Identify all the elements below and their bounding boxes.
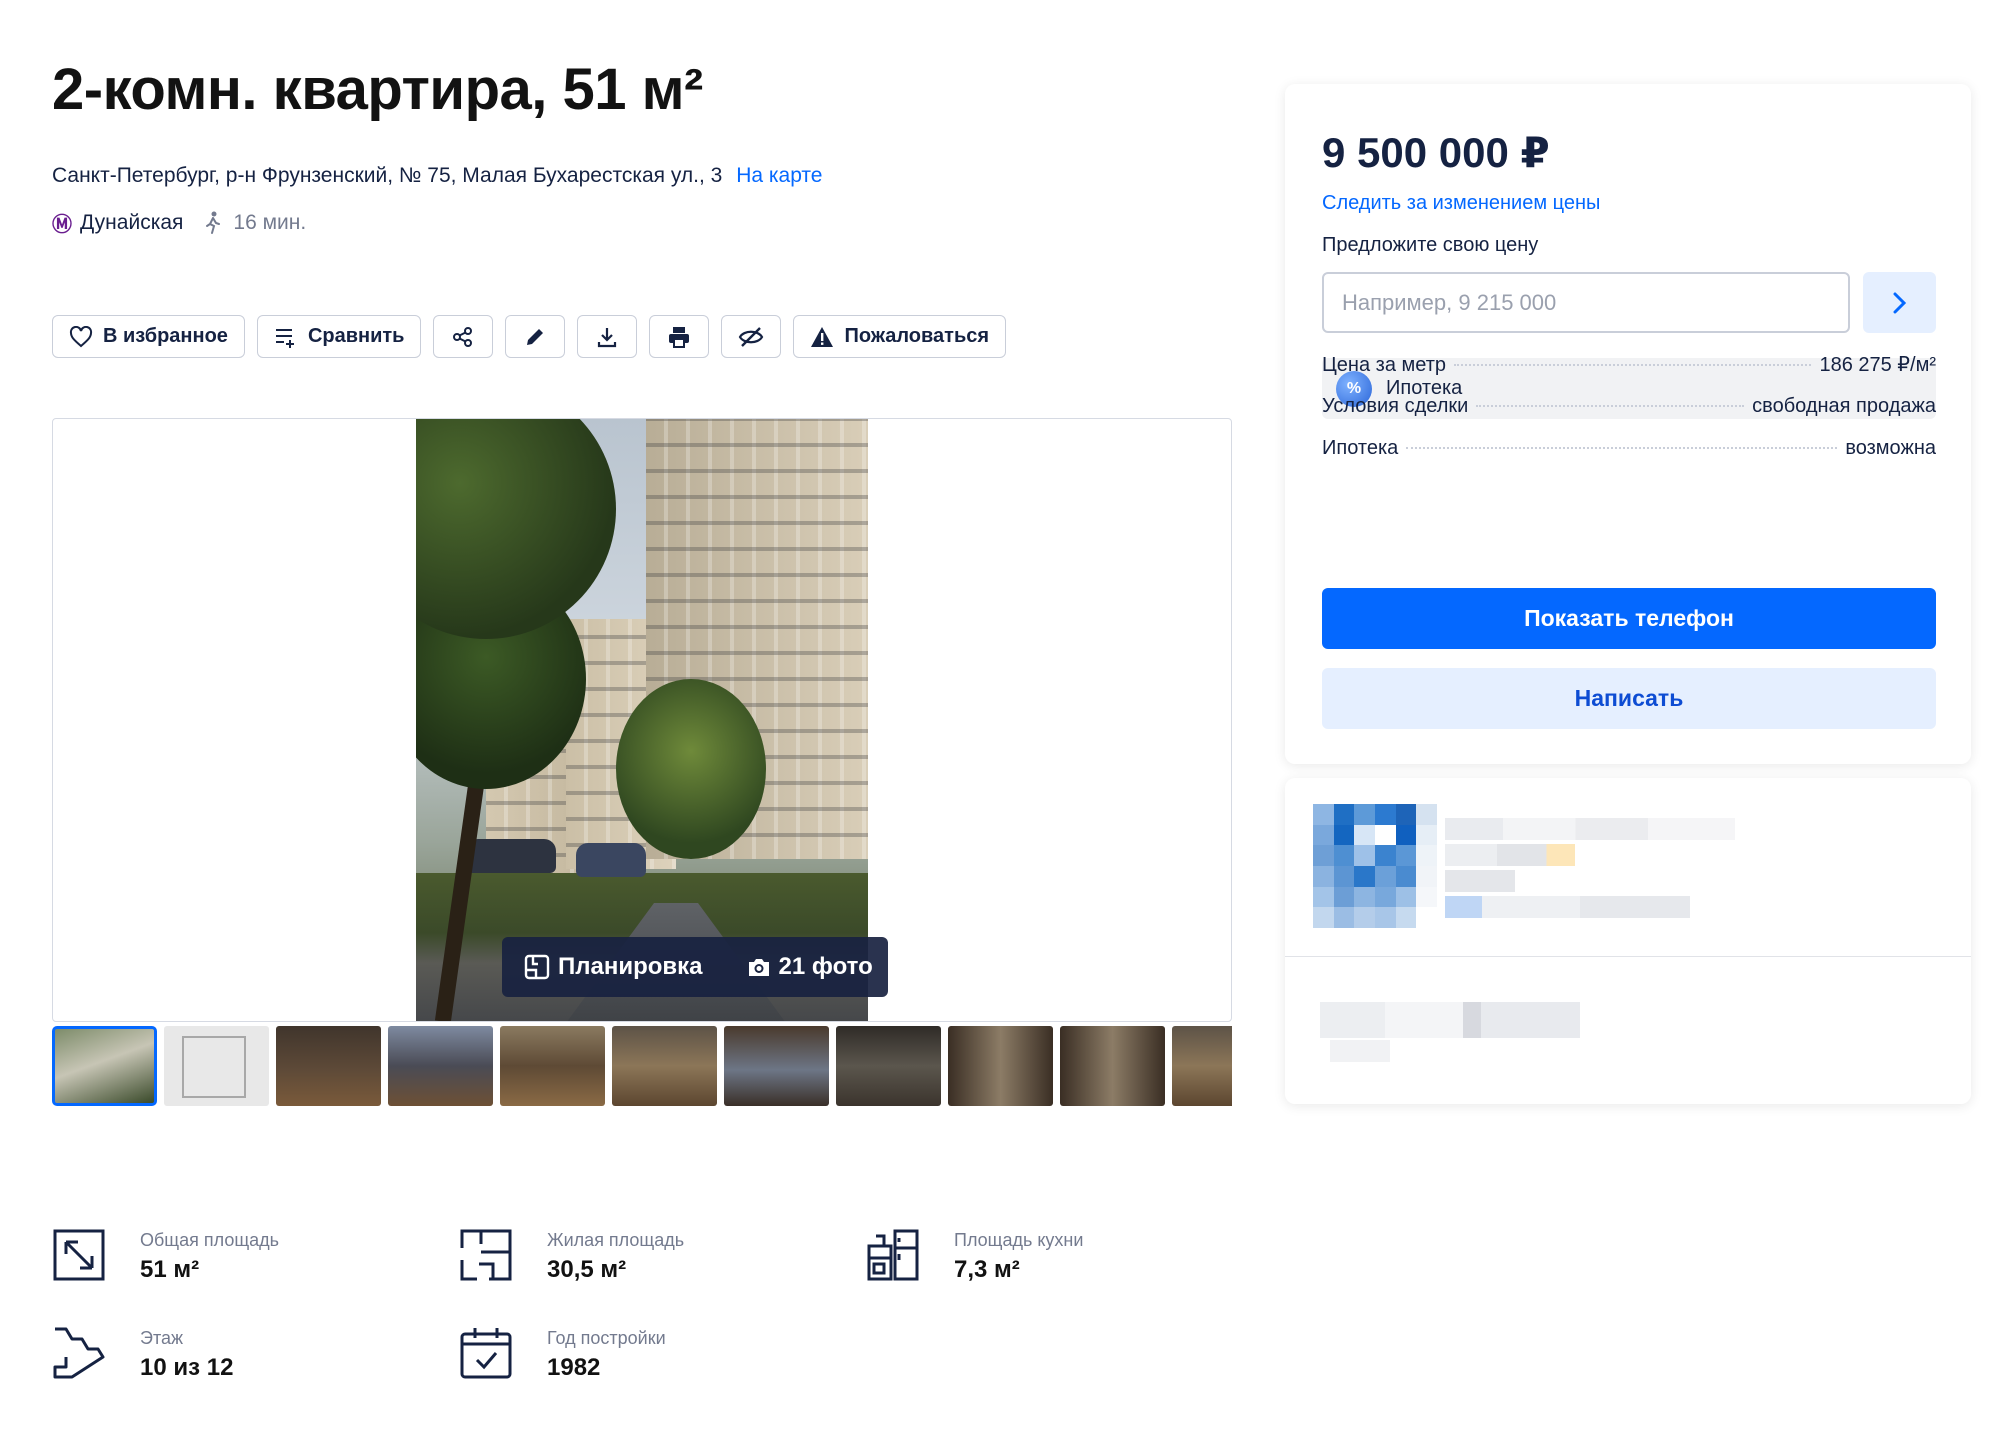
write-message-button[interactable]: Написать bbox=[1322, 668, 1936, 729]
thumbnail-room[interactable] bbox=[388, 1026, 493, 1106]
thumbnail-room[interactable] bbox=[1172, 1026, 1232, 1106]
edit-button[interactable] bbox=[505, 315, 566, 358]
price-card: 9 500 000 ₽ Следить за изменением цены П… bbox=[1285, 84, 1971, 764]
param-value: 1982 bbox=[547, 1354, 601, 1381]
thumbnail-room[interactable] bbox=[612, 1026, 717, 1106]
show-phone-button[interactable]: Показать телефон bbox=[1322, 588, 1936, 649]
divider bbox=[1285, 956, 1971, 957]
layout-button[interactable]: Планировка bbox=[502, 953, 725, 981]
page-title: 2-комн. квартира, 51 м² bbox=[52, 57, 703, 122]
param-label: Жилая площадь bbox=[547, 1230, 685, 1250]
warning-icon bbox=[811, 326, 834, 347]
favorite-button[interactable]: В избранное bbox=[52, 315, 245, 358]
kitchen-icon bbox=[867, 1229, 919, 1281]
agent-name-redacted bbox=[1445, 818, 1735, 840]
offer-label: Предложите свою цену bbox=[1322, 234, 1539, 256]
thumbnail-hallway[interactable] bbox=[948, 1026, 1053, 1106]
edit-icon bbox=[527, 328, 544, 345]
download-button[interactable] bbox=[577, 315, 638, 358]
param-floor: Этаж 10 из 12 bbox=[52, 1326, 432, 1406]
walk-time: 16 мин. bbox=[203, 211, 306, 235]
total-area-icon bbox=[53, 1229, 105, 1281]
param-value: 7,3 м² bbox=[954, 1256, 1020, 1283]
layout-label: Планировка bbox=[558, 953, 703, 980]
info-value: возможна bbox=[1845, 437, 1936, 459]
param-label: Площадь кухни bbox=[954, 1230, 1084, 1250]
metro-info: Ⓜ Дунайская 16 мин. bbox=[52, 208, 306, 237]
favorite-label: В избранное bbox=[103, 325, 228, 347]
calendar-icon bbox=[460, 1328, 512, 1379]
walking-icon bbox=[206, 211, 221, 234]
floorplan-icon bbox=[524, 954, 550, 980]
thumbnail-exterior[interactable] bbox=[52, 1026, 157, 1106]
compare-button[interactable]: Сравнить bbox=[256, 315, 422, 358]
info-label: Ипотека bbox=[1322, 437, 1399, 459]
address-text: Санкт-Петербург, р-н Фрунзенский, № 75, … bbox=[52, 164, 723, 187]
download-icon bbox=[598, 327, 617, 347]
info-row-mortgage: Ипотека возможна bbox=[1322, 437, 1936, 460]
camera-icon bbox=[748, 959, 769, 976]
thumbnail-room[interactable] bbox=[500, 1026, 605, 1106]
print-button[interactable] bbox=[649, 315, 710, 358]
toolbar: В избранное Сравнить Пожаловаться bbox=[52, 315, 1007, 358]
metro-icon: Ⓜ bbox=[52, 214, 72, 236]
info-value: 186 275 ₽/м² bbox=[1819, 354, 1936, 376]
param-label: Общая площадь bbox=[140, 1230, 280, 1250]
param-value: 51 м² bbox=[140, 1256, 200, 1283]
agent-badge-redacted bbox=[1445, 844, 1575, 866]
thumbnail-strip bbox=[52, 1026, 1232, 1108]
gallery-overlay: Планировка 21 фото bbox=[502, 937, 888, 997]
thumbnail-plan[interactable] bbox=[164, 1026, 269, 1106]
photos-count-button[interactable]: 21 фото bbox=[725, 953, 895, 981]
print-icon bbox=[669, 326, 690, 348]
compare-label: Сравнить bbox=[307, 325, 405, 347]
main-photo[interactable] bbox=[416, 419, 868, 1021]
map-link[interactable]: На карте bbox=[736, 164, 822, 187]
offer-price-input[interactable] bbox=[1322, 272, 1850, 333]
hide-button[interactable] bbox=[721, 315, 782, 358]
param-label: Этаж bbox=[140, 1328, 184, 1348]
contact-info-redacted bbox=[1320, 1002, 1580, 1038]
info-value: свободная продажа bbox=[1752, 395, 1936, 417]
param-value: 30,5 м² bbox=[547, 1256, 627, 1283]
param-living-area: Жилая площадь 30,5 м² bbox=[459, 1228, 839, 1308]
param-kitchen-area: Площадь кухни 7,3 м² bbox=[866, 1228, 1246, 1308]
param-value: 10 из 12 bbox=[140, 1354, 234, 1381]
param-year: Год постройки 1982 bbox=[459, 1326, 839, 1406]
walk-time-text: 16 мин. bbox=[233, 210, 307, 234]
hide-icon bbox=[739, 326, 764, 347]
info-row-price-per-meter: Цена за метр 186 275 ₽/м² bbox=[1322, 352, 1936, 377]
param-total-area: Общая площадь 51 м² bbox=[52, 1228, 432, 1308]
info-row-deal-terms: Условия сделки свободная продажа bbox=[1322, 395, 1936, 418]
heart-icon bbox=[69, 325, 93, 347]
price: 9 500 000 ₽ bbox=[1322, 129, 1550, 176]
photo-gallery[interactable]: Планировка 21 фото bbox=[52, 418, 1232, 1022]
address: Санкт-Петербург, р-н Фрунзенский, № 75, … bbox=[52, 164, 823, 188]
agent-card[interactable] bbox=[1285, 778, 1971, 1104]
thumbnail-hallway[interactable] bbox=[1060, 1026, 1165, 1106]
contact-info-redacted bbox=[1330, 1040, 1390, 1062]
photos-count: 21 фото bbox=[778, 953, 873, 980]
follow-price-link[interactable]: Следить за изменением цены bbox=[1322, 192, 1600, 215]
stairs-icon bbox=[53, 1327, 105, 1379]
info-label: Условия сделки bbox=[1322, 395, 1469, 417]
share-icon bbox=[453, 326, 473, 347]
info-label: Цена за метр bbox=[1322, 354, 1446, 376]
compare-icon bbox=[275, 328, 294, 348]
report-button[interactable]: Пожаловаться bbox=[793, 315, 1007, 358]
chevron-right-icon bbox=[1893, 292, 1906, 313]
thumbnail-room[interactable] bbox=[276, 1026, 381, 1106]
offer-submit-button[interactable] bbox=[1863, 272, 1936, 333]
agent-info-redacted bbox=[1445, 870, 1515, 892]
param-label: Год постройки bbox=[547, 1328, 666, 1348]
report-label: Пожаловаться bbox=[844, 325, 990, 347]
agent-avatar bbox=[1313, 804, 1437, 928]
agent-meta-redacted bbox=[1445, 896, 1690, 918]
thumbnail-kitchen[interactable] bbox=[836, 1026, 941, 1106]
share-button[interactable] bbox=[433, 315, 494, 358]
metro-station: Дунайская bbox=[80, 210, 184, 234]
thumbnail-kitchen[interactable] bbox=[724, 1026, 829, 1106]
living-area-icon bbox=[460, 1229, 512, 1281]
